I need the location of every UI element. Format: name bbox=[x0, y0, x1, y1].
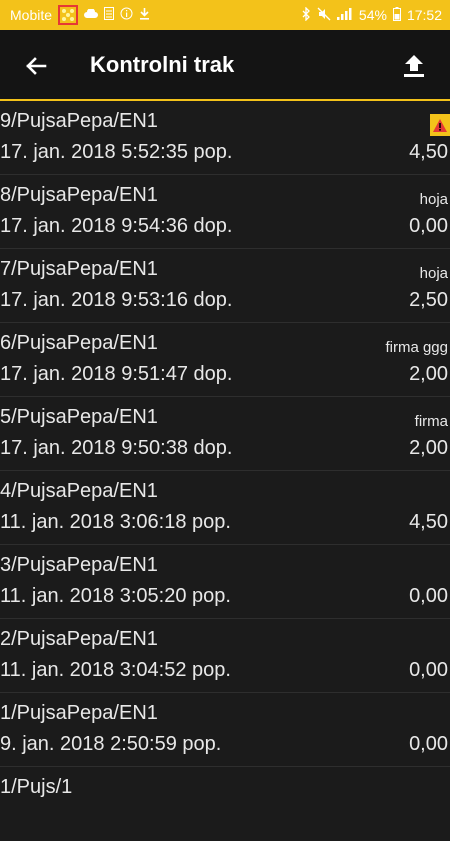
info-icon bbox=[120, 7, 133, 23]
entry-amount: 0,00 bbox=[409, 659, 448, 681]
back-button[interactable] bbox=[22, 52, 50, 80]
entry-id: 7/PujsaPepa/EN1 bbox=[0, 258, 158, 280]
entry-date: 17. jan. 2018 9:54:36 dop. bbox=[0, 215, 233, 237]
arrow-left-icon bbox=[26, 57, 47, 75]
entry-date: 9. jan. 2018 2:50:59 pop. bbox=[0, 733, 222, 755]
entry-date: 17. jan. 2018 5:52:35 pop. bbox=[0, 141, 233, 163]
page-title: Kontrolni trak bbox=[90, 52, 235, 77]
entry-id: 6/PujsaPepa/EN1 bbox=[0, 332, 158, 354]
entry-amount: 0,00 bbox=[409, 585, 448, 607]
entry-note: hoja bbox=[419, 191, 448, 208]
export-button[interactable] bbox=[398, 50, 430, 82]
app-notification-icon bbox=[58, 5, 79, 25]
entry-amount: 4,50 bbox=[409, 141, 448, 163]
signal-icon bbox=[336, 7, 353, 23]
battery-percent: 54% bbox=[358, 7, 387, 23]
entry-id: 9/PujsaPepa/EN1 bbox=[0, 110, 158, 132]
download-icon bbox=[139, 7, 150, 23]
entry-note: hoja bbox=[419, 265, 448, 282]
list-item[interactable]: 8/PujsaPepa/EN1 17. jan. 2018 9:54:36 do… bbox=[0, 175, 450, 249]
warning-icon bbox=[430, 114, 450, 136]
list-item[interactable]: 3/PujsaPepa/EN1 11. jan. 2018 3:05:20 po… bbox=[0, 545, 450, 619]
list-item[interactable]: 5/PujsaPepa/EN1 17. jan. 2018 9:50:38 do… bbox=[0, 397, 450, 471]
carrier-label: Mobite bbox=[10, 7, 53, 23]
entry-amount: 0,00 bbox=[409, 733, 448, 755]
entry-date: 17. jan. 2018 9:53:16 dop. bbox=[0, 289, 233, 311]
upload-icon bbox=[404, 55, 424, 77]
entry-date: 11. jan. 2018 3:06:18 pop. bbox=[0, 511, 231, 533]
list-item[interactable]: 4/PujsaPepa/EN1 11. jan. 2018 3:06:18 po… bbox=[0, 471, 450, 545]
document-icon bbox=[104, 7, 115, 23]
battery-icon bbox=[392, 6, 401, 24]
entry-id: 4/PujsaPepa/EN1 bbox=[0, 480, 158, 502]
entry-note: firma ggg bbox=[385, 339, 448, 356]
entry-amount: 4,50 bbox=[409, 511, 448, 533]
mute-icon bbox=[317, 7, 331, 24]
list-item[interactable]: 7/PujsaPepa/EN1 17. jan. 2018 9:53:16 do… bbox=[0, 249, 450, 323]
entry-date: 11. jan. 2018 3:04:52 pop. bbox=[0, 659, 231, 681]
entry-amount: 2,50 bbox=[409, 289, 448, 311]
cloud-icon bbox=[84, 8, 99, 22]
app-bar: Kontrolni trak bbox=[0, 30, 450, 99]
list-item[interactable]: 9/PujsaPepa/EN1 17. jan. 2018 5:52:35 po… bbox=[0, 101, 450, 175]
entry-amount: 0,00 bbox=[409, 215, 448, 237]
entry-amount: 2,00 bbox=[409, 363, 448, 385]
entry-id: 1/Pujs/1 bbox=[0, 776, 73, 798]
entry-id: 1/PujsaPepa/EN1 bbox=[0, 702, 158, 724]
list-item[interactable]: 2/PujsaPepa/EN1 11. jan. 2018 3:04:52 po… bbox=[0, 619, 450, 693]
list-item[interactable]: 1/Pujs/1 bbox=[0, 767, 450, 841]
entry-id: 2/PujsaPepa/EN1 bbox=[0, 628, 158, 650]
status-bar: Mobite 54% 17:52 bbox=[0, 0, 450, 30]
transaction-list: 9/PujsaPepa/EN1 17. jan. 2018 5:52:35 po… bbox=[0, 101, 450, 841]
entry-id: 5/PujsaPepa/EN1 bbox=[0, 406, 158, 428]
entry-date: 11. jan. 2018 3:05:20 pop. bbox=[0, 585, 231, 607]
list-item[interactable]: 1/PujsaPepa/EN1 9. jan. 2018 2:50:59 pop… bbox=[0, 693, 450, 767]
entry-amount: 2,00 bbox=[409, 437, 448, 459]
entry-id: 8/PujsaPepa/EN1 bbox=[0, 184, 158, 206]
entry-date: 17. jan. 2018 9:50:38 dop. bbox=[0, 437, 233, 459]
entry-date: 17. jan. 2018 9:51:47 dop. bbox=[0, 363, 233, 385]
entry-id: 3/PujsaPepa/EN1 bbox=[0, 554, 158, 576]
bluetooth-icon bbox=[301, 5, 311, 24]
entry-note: firma bbox=[414, 413, 448, 430]
clock: 17:52 bbox=[406, 7, 442, 23]
list-item[interactable]: 6/PujsaPepa/EN1 17. jan. 2018 9:51:47 do… bbox=[0, 323, 450, 397]
